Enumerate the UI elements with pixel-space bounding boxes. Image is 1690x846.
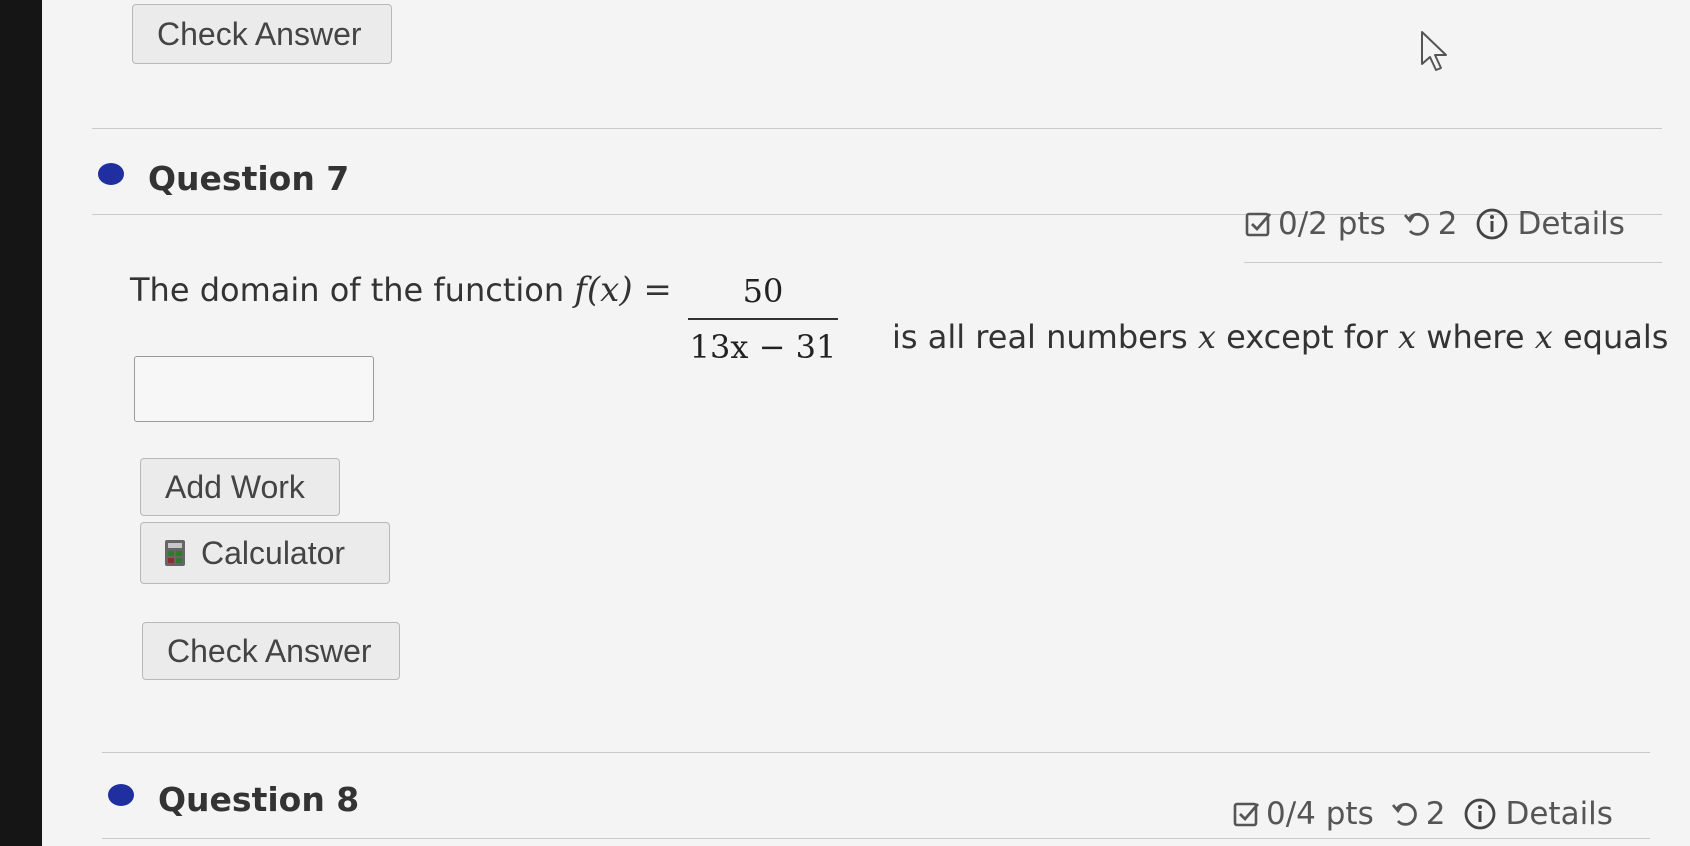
variable-x: x [1197, 318, 1216, 356]
previous-check-answer-button[interactable]: Check Answer [132, 4, 392, 64]
prompt-suffix-text: equals [1562, 318, 1669, 356]
divider [1244, 262, 1662, 263]
retry-icon[interactable] [1390, 799, 1420, 829]
fraction-numerator: 50 [742, 272, 784, 310]
question-7-points: 0/2 pts [1278, 206, 1386, 242]
divider [92, 128, 1662, 129]
question-8-title: Question 8 [158, 780, 360, 819]
function-lhs: f(x) = [574, 270, 672, 310]
prompt-suffix-text: is all real numbers [892, 318, 1188, 356]
function-fraction: 50 13x − 31 [688, 272, 838, 370]
prompt-suffix: is all real numbers x except for x where… [892, 318, 1668, 356]
prompt-suffix-text: where [1426, 318, 1525, 356]
screen-bezel [0, 0, 42, 846]
calculator-button[interactable]: Calculator [140, 522, 390, 584]
calculator-label: Calculator [201, 535, 346, 571]
prompt-prefix: The domain of the function [130, 271, 565, 309]
question-8-points: 0/4 pts [1266, 796, 1374, 832]
checkbox-edit-icon [1244, 209, 1274, 239]
check-answer-button[interactable]: Check Answer [142, 622, 400, 680]
fraction-bar [688, 318, 838, 320]
info-icon[interactable] [1475, 207, 1509, 241]
question-7-details-link[interactable]: Details [1517, 206, 1624, 242]
variable-x: x [1534, 318, 1553, 356]
divider [102, 752, 1650, 753]
variable-x: x [1398, 318, 1417, 356]
prompt-suffix-text: except for [1226, 318, 1388, 356]
retry-icon[interactable] [1402, 209, 1432, 239]
add-work-button[interactable]: Add Work [140, 458, 340, 516]
checkbox-edit-icon [1232, 799, 1262, 829]
question-8-details-link[interactable]: Details [1505, 796, 1612, 832]
mouse-pointer-icon [1421, 31, 1447, 71]
question-8-attempts: 2 [1425, 796, 1446, 832]
page: Check Answer Question 7 0/2 pts 2 Detail… [42, 0, 1690, 846]
answer-input[interactable] [134, 356, 374, 422]
question-bullet-icon [98, 163, 124, 185]
info-icon[interactable] [1463, 797, 1497, 831]
calculator-icon [165, 540, 185, 566]
question-7-title: Question 7 [148, 159, 350, 198]
divider [102, 838, 1650, 839]
question-bullet-icon [108, 784, 134, 806]
question-7-attempts: 2 [1437, 206, 1458, 242]
question-7-prompt: The domain of the function f(x) = [130, 270, 672, 310]
question-7-meta: 0/2 pts 2 Details [1244, 206, 1625, 242]
fraction-denominator: 13x − 31 [689, 328, 837, 366]
question-8-meta: 0/4 pts 2 Details [1232, 796, 1613, 832]
